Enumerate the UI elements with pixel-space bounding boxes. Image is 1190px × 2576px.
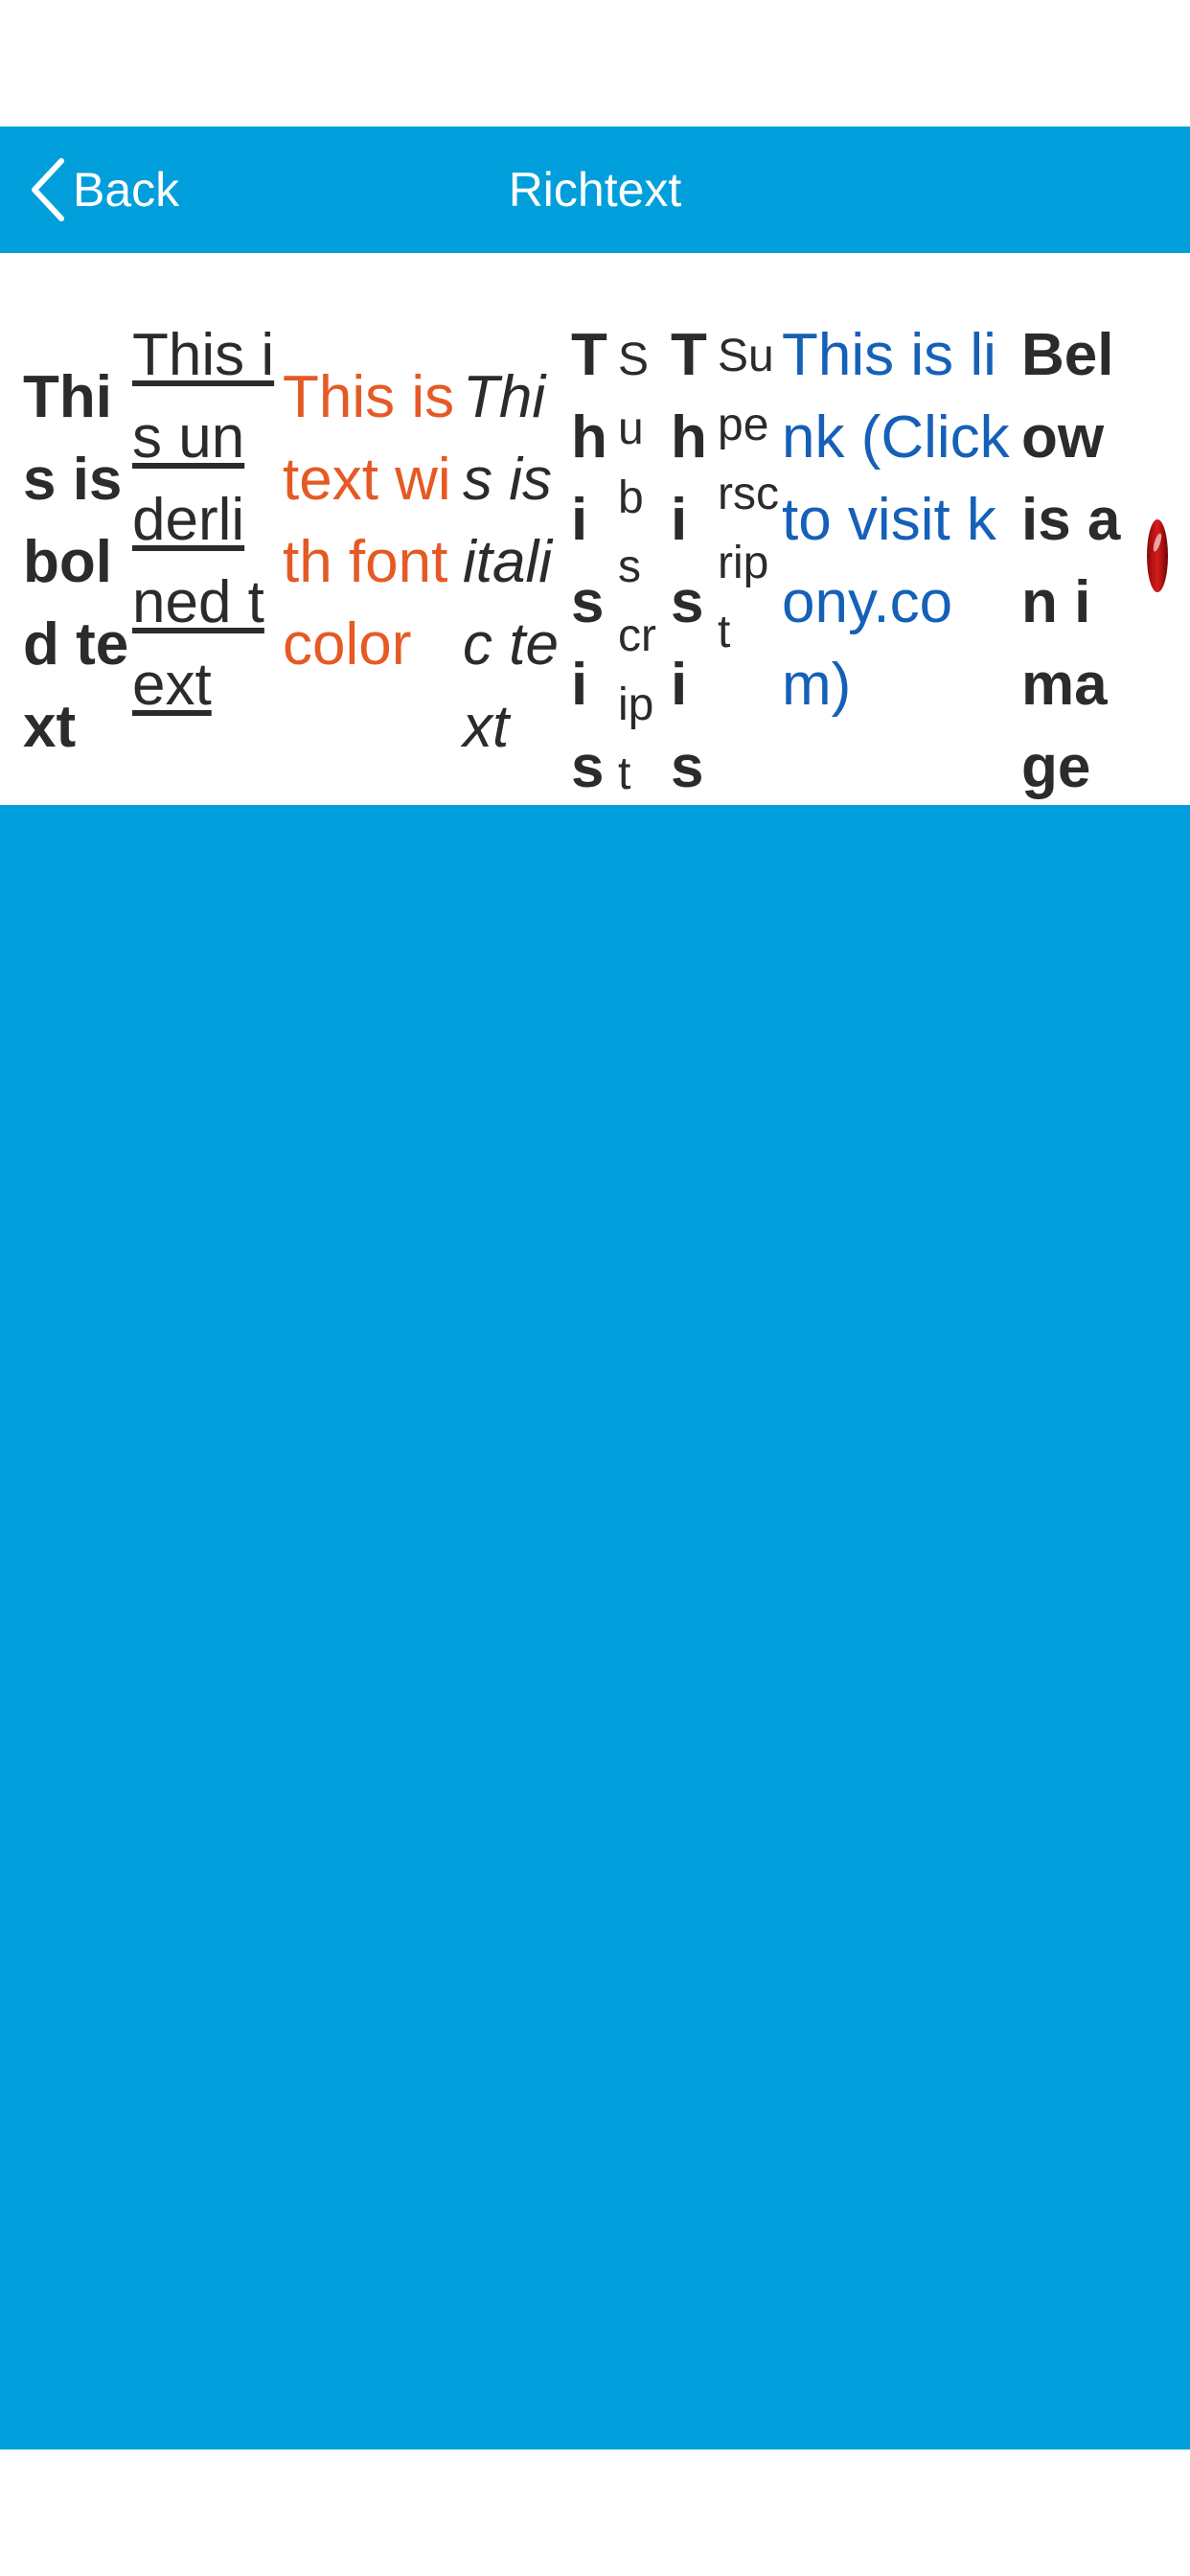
back-button[interactable]: Back [29, 155, 179, 224]
superscript-lead-text: This is [671, 322, 707, 800]
image-caption-text: Below is an image [1021, 322, 1121, 800]
underlined-text: This is underlined text [132, 322, 275, 718]
richtext-content: This is bold text This is underlined tex… [0, 253, 1190, 805]
red-image-mark [1142, 518, 1169, 594]
subscript-lead-text: This is [571, 322, 607, 800]
chevron-left-icon [29, 155, 67, 224]
subscript-text: Subscript [618, 334, 656, 799]
bottom-bar-area [0, 2450, 1190, 2576]
bold-text: This is bold text [23, 364, 129, 760]
superscript-text: Superscript [718, 331, 779, 657]
status-bar-area [0, 0, 1190, 126]
screen: Back Richtext This is bold text This is … [0, 0, 1190, 2576]
main-blue-area [0, 805, 1190, 2450]
back-label: Back [73, 163, 180, 217]
colored-text: This is text with font color [283, 364, 455, 678]
kony-link[interactable]: This is link (Click to visit kony.com) [782, 314, 1018, 726]
header-bar: Back Richtext [0, 126, 1190, 253]
italic-text: This is italic text [463, 364, 559, 760]
